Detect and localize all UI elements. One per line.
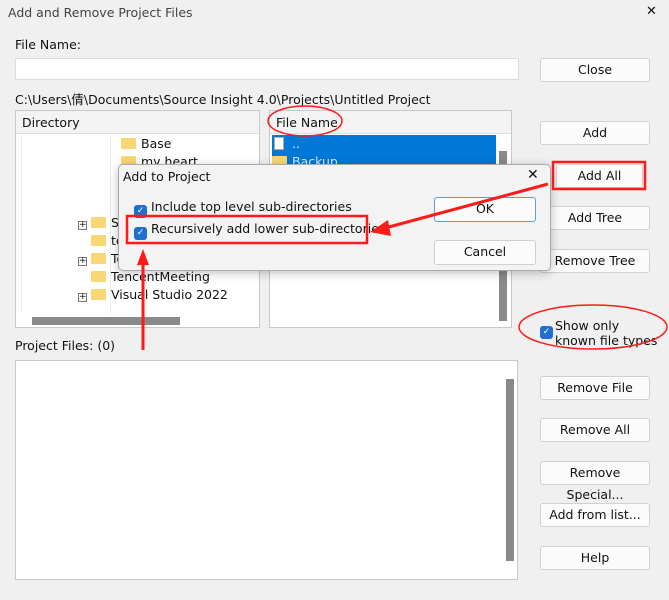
annotation-overlay [125, 105, 668, 350]
annotation-arrow [384, 182, 549, 230]
annotation-box-add-all [551, 160, 647, 191]
annotation-ellipse-file-name [267, 105, 343, 137]
annotation-arrowhead [370, 220, 391, 236]
annotation-box-recursive [125, 214, 369, 245]
annotation-ellipse-show-known [518, 304, 668, 350]
annotation-arrowhead [137, 249, 149, 265]
